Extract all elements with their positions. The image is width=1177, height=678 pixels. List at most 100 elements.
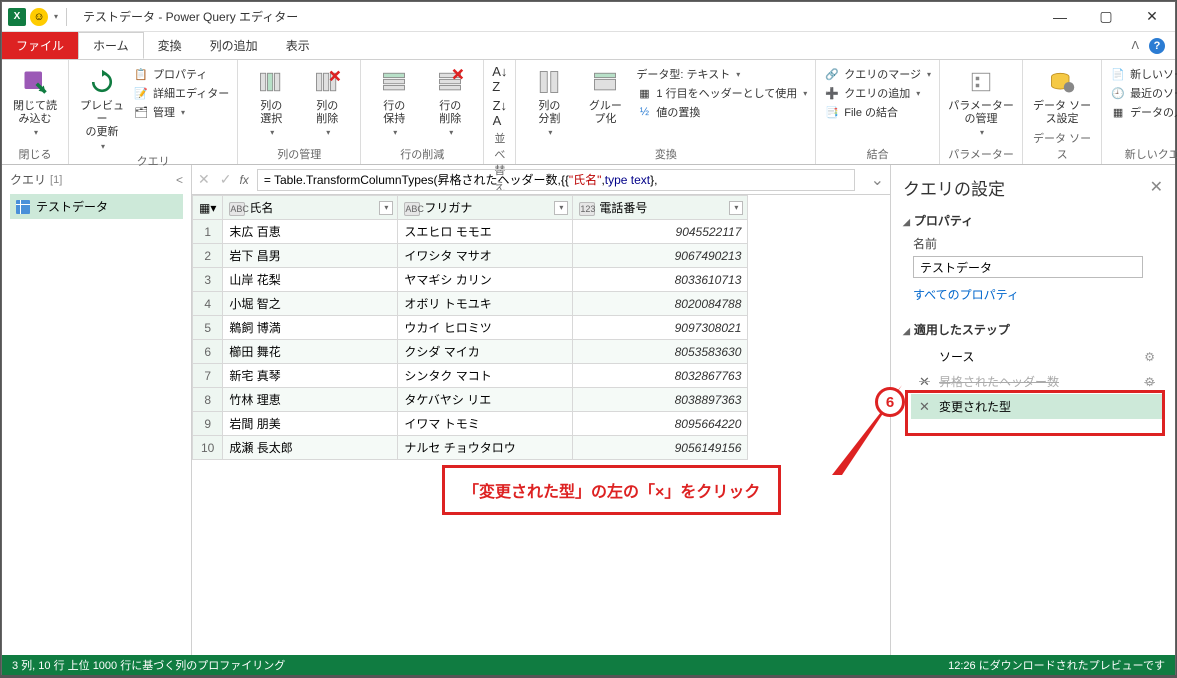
tab-file[interactable]: ファイル	[2, 32, 78, 59]
cell-phone[interactable]: 9045522117	[573, 220, 748, 244]
sort-desc-button[interactable]: Z↓A	[493, 98, 507, 128]
data-grid[interactable]: ▦▾ ABC氏名▾ ABCフリガナ▾ 123電話番号▾ 1 末広 百恵 スエヒロ…	[192, 195, 890, 655]
cell-phone[interactable]: 8033610713	[573, 268, 748, 292]
split-column-button[interactable]: 列の 分割▾	[524, 64, 574, 137]
cell-name[interactable]: 末広 百恵	[223, 220, 398, 244]
queries-collapse-icon[interactable]: <	[176, 173, 183, 187]
cell-phone[interactable]: 9056149156	[573, 436, 748, 460]
column-header-name[interactable]: ABC氏名▾	[223, 196, 398, 220]
sort-asc-button[interactable]: A↓Z	[492, 64, 507, 94]
remove-rows-button[interactable]: 行の 削除▾	[425, 64, 475, 137]
cell-phone[interactable]: 8038897363	[573, 388, 748, 412]
tab-view[interactable]: 表示	[272, 32, 324, 59]
cell-furigana[interactable]: シンタク マコト	[398, 364, 573, 388]
gear-icon[interactable]: ⚙	[1144, 350, 1155, 364]
qat-dropdown-icon[interactable]: ▾	[54, 12, 58, 21]
cell-furigana[interactable]: オボリ トモユキ	[398, 292, 573, 316]
group-combine: 🔗クエリのマージ▾ ➕クエリの追加▾ 📑File の結合 結合	[816, 60, 940, 164]
cell-phone[interactable]: 8032867763	[573, 364, 748, 388]
cell-name[interactable]: 山岸 花梨	[223, 268, 398, 292]
table-row[interactable]: 1 末広 百恵 スエヒロ モモエ 9045522117	[193, 220, 748, 244]
table-row[interactable]: 7 新宅 真琴 シンタク マコト 8032867763	[193, 364, 748, 388]
maximize-button[interactable]: ▢	[1083, 2, 1129, 32]
minimize-button[interactable]: ―	[1037, 2, 1083, 32]
close-button[interactable]: ✕	[1129, 2, 1175, 32]
tab-transform[interactable]: 変換	[144, 32, 196, 59]
choose-columns-button[interactable]: 列の 選択▾	[246, 64, 296, 137]
table-row[interactable]: 9 岩間 朋美 イワマ トモミ 8095664220	[193, 412, 748, 436]
tab-home[interactable]: ホーム	[78, 32, 144, 59]
group-newquery: 📄新しいソース▾ 🕘最近のソース▾ ▦データの入力 新しいクエリ	[1102, 60, 1177, 164]
excel-icon: X	[8, 8, 26, 26]
manage-parameters-button[interactable]: パラメーター の管理▾	[948, 64, 1014, 137]
cell-name[interactable]: 岩下 昌男	[223, 244, 398, 268]
manage-button[interactable]: 🗂管理▾	[133, 104, 229, 120]
data-source-settings-button[interactable]: データ ソー ス設定	[1031, 64, 1093, 126]
applied-steps-header[interactable]: 適用したステップ	[903, 321, 1163, 338]
first-row-header-button[interactable]: ▦1 行目をヘッダーとして使用▾	[636, 85, 807, 101]
group-by-button[interactable]: グルー プ化	[580, 64, 630, 126]
new-source-button[interactable]: 📄新しいソース▾	[1110, 66, 1177, 82]
delete-step-icon[interactable]: ✕	[919, 374, 933, 390]
gear-icon[interactable]: ⚙	[1144, 375, 1155, 389]
cell-phone[interactable]: 9067490213	[573, 244, 748, 268]
cell-phone[interactable]: 8095664220	[573, 412, 748, 436]
cell-furigana[interactable]: ウカイ ヒロミツ	[398, 316, 573, 340]
table-row[interactable]: 3 山岸 花梨 ヤマギシ カリン 8033610713	[193, 268, 748, 292]
step-source[interactable]: ソース⚙	[911, 344, 1163, 369]
query-item[interactable]: テストデータ	[10, 194, 183, 219]
append-queries-button[interactable]: ➕クエリの追加▾	[824, 85, 931, 101]
cell-name[interactable]: 小堀 智之	[223, 292, 398, 316]
cell-furigana[interactable]: スエヒロ モモエ	[398, 220, 573, 244]
cell-name[interactable]: 成瀬 長太郎	[223, 436, 398, 460]
properties-button[interactable]: 📋プロパティ	[133, 66, 229, 82]
cell-furigana[interactable]: タケバヤシ リエ	[398, 388, 573, 412]
remove-columns-button[interactable]: 列の 削除▾	[302, 64, 352, 137]
formula-accept-icon[interactable]: ✓	[220, 171, 232, 188]
close-and-load-button[interactable]: 閉じて読 み込む ▾	[10, 64, 60, 137]
column-header-phone[interactable]: 123電話番号▾	[573, 196, 748, 220]
name-input[interactable]	[913, 256, 1143, 278]
cell-phone[interactable]: 8053583630	[573, 340, 748, 364]
settings-close-icon[interactable]: ✕	[1150, 177, 1163, 197]
cell-name[interactable]: 鵜飼 博満	[223, 316, 398, 340]
cell-furigana[interactable]: イワマ トモミ	[398, 412, 573, 436]
merge-queries-button[interactable]: 🔗クエリのマージ▾	[824, 66, 931, 82]
advanced-editor-button[interactable]: 📝詳細エディター	[133, 85, 229, 101]
cell-furigana[interactable]: ナルセ チョウタロウ	[398, 436, 573, 460]
replace-values-button[interactable]: ½値の置換	[636, 104, 807, 120]
collapse-ribbon-icon[interactable]: ᐱ	[1131, 39, 1139, 52]
cell-furigana[interactable]: クシダ マイカ	[398, 340, 573, 364]
cell-name[interactable]: 竹林 理恵	[223, 388, 398, 412]
cell-name[interactable]: 新宅 真琴	[223, 364, 398, 388]
data-type-button[interactable]: データ型: テキスト▾	[636, 66, 807, 82]
cell-name[interactable]: 櫛田 舞花	[223, 340, 398, 364]
recent-sources-button[interactable]: 🕘最近のソース▾	[1110, 85, 1177, 101]
tab-addcolumn[interactable]: 列の追加	[196, 32, 272, 59]
table-row[interactable]: 2 岩下 昌男 イワシタ マサオ 9067490213	[193, 244, 748, 268]
help-icon[interactable]: ?	[1149, 38, 1165, 54]
table-row[interactable]: 6 櫛田 舞花 クシダ マイカ 8053583630	[193, 340, 748, 364]
table-row[interactable]: 5 鵜飼 博満 ウカイ ヒロミツ 9097308021	[193, 316, 748, 340]
table-row[interactable]: 10 成瀬 長太郎 ナルセ チョウタロウ 9056149156	[193, 436, 748, 460]
combine-files-button[interactable]: 📑File の結合	[824, 104, 931, 120]
cell-furigana[interactable]: ヤマギシ カリン	[398, 268, 573, 292]
table-row[interactable]: 8 竹林 理恵 タケバヤシ リエ 8038897363	[193, 388, 748, 412]
table-corner[interactable]: ▦▾	[193, 196, 223, 220]
table-row[interactable]: 4 小堀 智之 オボリ トモユキ 8020084788	[193, 292, 748, 316]
formula-expand-icon[interactable]: ⌄	[871, 170, 884, 190]
refresh-preview-button[interactable]: プレビュー の更新 ▾	[77, 64, 127, 151]
column-header-furigana[interactable]: ABCフリガナ▾	[398, 196, 573, 220]
keep-rows-button[interactable]: 行の 保持▾	[369, 64, 419, 137]
cell-furigana[interactable]: イワシタ マサオ	[398, 244, 573, 268]
properties-section-header[interactable]: プロパティ	[903, 212, 1163, 229]
enter-data-button[interactable]: ▦データの入力	[1110, 104, 1177, 120]
formula-input[interactable]: = Table.TransformColumnTypes(昇格されたヘッダー数,…	[257, 169, 855, 191]
fx-icon[interactable]: fx	[239, 173, 248, 187]
cell-phone[interactable]: 9097308021	[573, 316, 748, 340]
all-properties-link[interactable]: すべてのプロパティ	[913, 286, 1163, 303]
cell-name[interactable]: 岩間 朋美	[223, 412, 398, 436]
formula-cancel-icon[interactable]: ✕	[198, 171, 210, 188]
smiley-icon[interactable]: ☺	[30, 8, 48, 26]
cell-phone[interactable]: 8020084788	[573, 292, 748, 316]
